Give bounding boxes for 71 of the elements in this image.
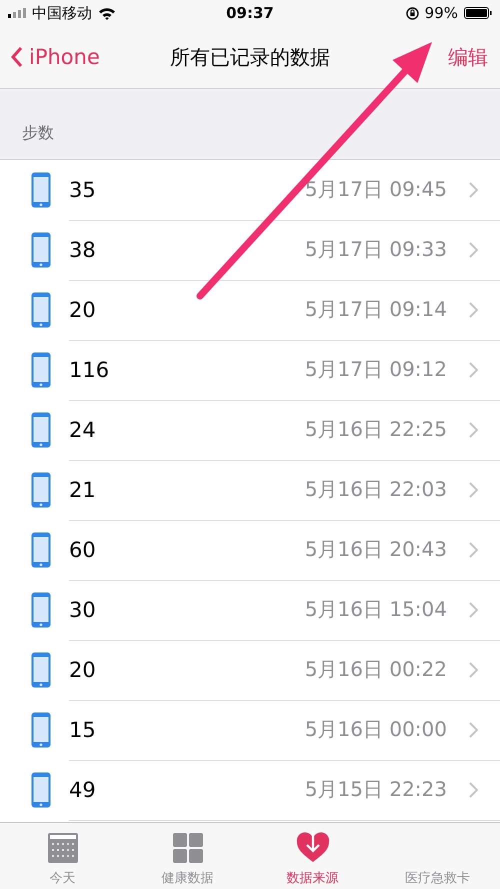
- phone-icon: [31, 712, 51, 748]
- chevron-right-icon: [469, 422, 478, 438]
- chevron-right-icon: [469, 182, 478, 198]
- record-row[interactable]: 116 5月17日 09:12: [0, 340, 500, 400]
- chevron-right-icon: [469, 362, 478, 378]
- phone-icon: [31, 592, 51, 628]
- wifi-icon: [98, 6, 116, 20]
- step-count: 49: [69, 778, 97, 802]
- edit-button[interactable]: 编辑: [448, 44, 488, 70]
- chevron-right-icon: [469, 722, 478, 738]
- step-count: 24: [69, 418, 97, 442]
- chevron-right-icon: [469, 662, 478, 678]
- step-count: 30: [69, 598, 97, 622]
- step-count: 60: [69, 538, 97, 562]
- phone-icon: [31, 232, 51, 268]
- battery-icon: [464, 7, 492, 19]
- clock-time: 09:37: [226, 4, 274, 22]
- phone-icon: [31, 412, 51, 448]
- record-row[interactable]: 38 5月17日 09:33: [0, 220, 500, 280]
- carrier-name: 中国移动: [32, 4, 92, 22]
- chevron-right-icon: [469, 782, 478, 798]
- record-row[interactable]: 21 5月16日 22:03: [0, 460, 500, 520]
- record-time: 5月17日 09:33: [304, 236, 447, 263]
- record-time: 5月16日 00:22: [304, 656, 447, 683]
- chevron-right-icon: [469, 302, 478, 318]
- step-count: 20: [69, 658, 97, 682]
- chevron-right-icon: [469, 242, 478, 258]
- calendar-icon: [48, 833, 78, 863]
- record-time: 5月17日 09:45: [304, 176, 447, 203]
- battery-percent: 99%: [424, 4, 458, 22]
- record-time: 5月17日 09:12: [304, 356, 447, 383]
- phone-icon: [31, 292, 51, 328]
- record-row[interactable]: 15 5月16日 00:00: [0, 700, 500, 760]
- heart-download-icon: [296, 831, 330, 863]
- step-count: 35: [69, 178, 97, 202]
- page-title: 所有已记录的数据: [169, 44, 331, 70]
- chevron-right-icon: [469, 542, 478, 558]
- record-row[interactable]: 24 5月16日 22:25: [0, 400, 500, 460]
- record-time: 5月15日 22:23: [304, 776, 447, 803]
- record-time: 5月16日 00:00: [304, 716, 447, 743]
- record-row[interactable]: 30 5月16日 15:04: [0, 580, 500, 640]
- section-header: 步数: [22, 123, 54, 142]
- record-time: 5月16日 22:03: [304, 476, 447, 503]
- phone-icon: [31, 472, 51, 508]
- record-time: 5月16日 22:25: [304, 416, 447, 443]
- step-count: 20: [69, 298, 97, 322]
- record-time: 5月17日 09:14: [304, 296, 447, 323]
- record-time: 5月16日 20:43: [304, 536, 447, 563]
- grid-icon: [172, 833, 202, 863]
- record-time: 5月16日 15:04: [304, 596, 447, 623]
- chevron-right-icon: [469, 602, 478, 618]
- record-row[interactable]: 20 5月17日 09:14: [0, 280, 500, 340]
- step-count: 116: [69, 358, 110, 382]
- chevron-left-icon: [10, 46, 23, 68]
- record-row[interactable]: 35 5月17日 09:45: [0, 160, 500, 220]
- phone-icon: [31, 352, 51, 388]
- phone-icon: [31, 532, 51, 568]
- phone-icon: [31, 172, 51, 208]
- phone-icon: [31, 772, 51, 808]
- record-row[interactable]: 49 5月15日 22:23: [0, 760, 500, 820]
- signal-icon: [8, 8, 26, 18]
- phone-icon: [31, 652, 51, 688]
- rotation-lock-icon: [406, 6, 419, 20]
- record-row[interactable]: 60 5月16日 20:43: [0, 520, 500, 580]
- back-button[interactable]: iPhone: [10, 45, 100, 69]
- step-count: 21: [69, 478, 97, 502]
- chevron-right-icon: [469, 482, 478, 498]
- step-count: 38: [69, 238, 97, 262]
- record-row[interactable]: 20 5月16日 00:22: [0, 640, 500, 700]
- step-count: 15: [69, 718, 97, 742]
- tab-item[interactable]: 数据来源: [250, 823, 375, 889]
